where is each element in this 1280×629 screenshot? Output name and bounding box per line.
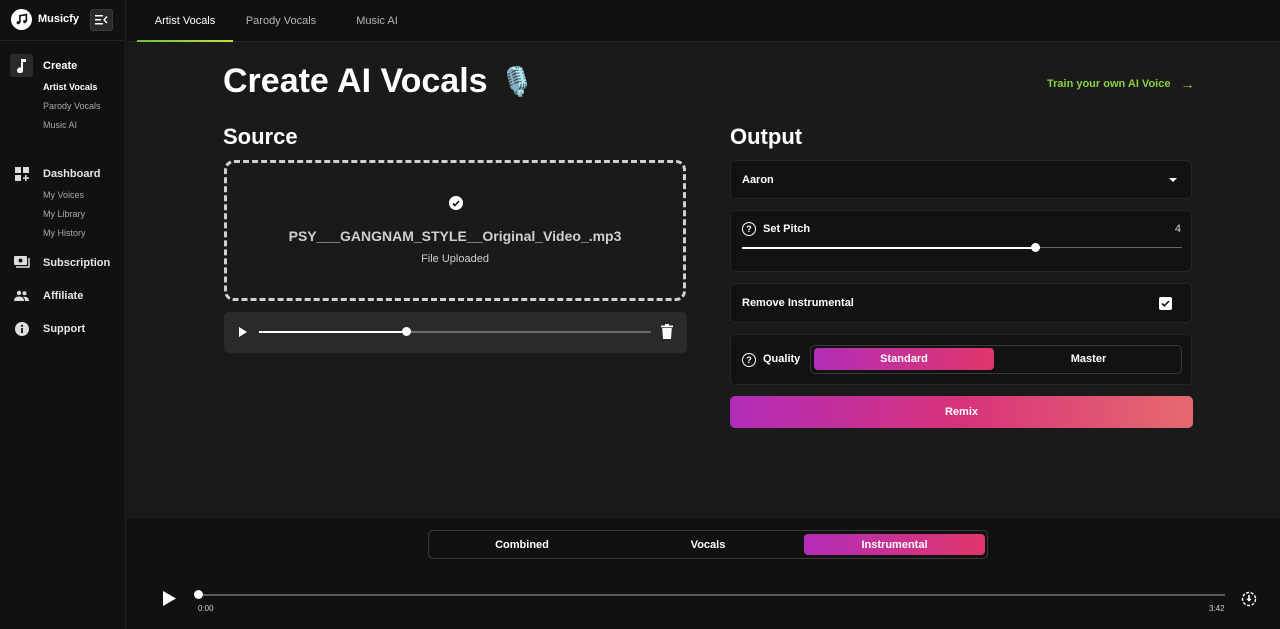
- sidebar-item-my-library[interactable]: My Library: [43, 205, 126, 224]
- sidebar-item-label: Affiliate: [43, 290, 84, 302]
- people-icon: [10, 284, 33, 307]
- app-root: Musicfy Create Artist Vocals Parody Voca…: [0, 0, 1280, 629]
- pitch-slider-thumb[interactable]: [1031, 243, 1041, 252]
- sidebar-item-subscription[interactable]: Subscription: [0, 251, 126, 275]
- bottom-player: Combined Vocals Instrumental 0:00 3:42: [127, 519, 1280, 629]
- remove-instrumental-row: Remove Instrumental: [730, 283, 1192, 323]
- sidebar-item-support[interactable]: Support: [0, 317, 126, 341]
- sidebar-item-label: Support: [43, 323, 86, 335]
- playback-seek-thumb[interactable]: [194, 590, 203, 599]
- quality-label: Quality: [763, 353, 801, 365]
- top-tabs: Artist Vocals Parody Vocals Music AI: [127, 0, 1280, 42]
- sidebar-item-affiliate[interactable]: Affiliate: [0, 284, 126, 308]
- subscription-icon: [10, 251, 33, 274]
- checkmark-icon: [1161, 300, 1170, 307]
- source-heading: Source: [223, 124, 298, 149]
- brand-name[interactable]: Musicfy: [38, 13, 79, 25]
- tab-music-ai[interactable]: Music AI: [329, 0, 425, 42]
- collapse-sidebar-button[interactable]: [90, 9, 113, 31]
- selected-voice: Aaron: [742, 174, 774, 186]
- play-icon[interactable]: [236, 325, 250, 339]
- nav-section-support: Support: [0, 317, 126, 341]
- tab-parody-vocals[interactable]: Parody Vocals: [233, 0, 329, 42]
- sidebar-item-label: Dashboard: [43, 168, 101, 180]
- trash-icon[interactable]: [661, 324, 675, 340]
- menu-collapse-icon: [95, 15, 108, 25]
- sidebar-item-artist-vocals[interactable]: Artist Vocals: [43, 78, 126, 97]
- source-seek-fill: [259, 331, 406, 333]
- stem-combined-button[interactable]: Combined: [432, 534, 612, 555]
- remix-button[interactable]: Remix: [730, 396, 1193, 428]
- page-title: Create AI Vocals 🎙️: [223, 62, 534, 101]
- quality-toggle: Standard Master: [810, 345, 1182, 374]
- current-time: 0:00: [198, 604, 214, 613]
- pitch-value: 4: [1174, 223, 1181, 235]
- nav-section-affiliate: Affiliate: [0, 284, 126, 308]
- pitch-slider-fill: [742, 246, 1036, 249]
- pitch-label: Set Pitch: [763, 223, 811, 235]
- source-seek-thumb[interactable]: [402, 327, 411, 336]
- download-icon[interactable]: [1241, 591, 1257, 607]
- source-preview-player: [224, 312, 687, 353]
- play-icon[interactable]: [163, 591, 179, 609]
- check-circle-icon: [449, 196, 463, 210]
- output-heading: Output: [730, 124, 803, 149]
- sidebar-item-dashboard[interactable]: Dashboard: [0, 162, 126, 186]
- stem-instrumental-button[interactable]: Instrumental: [804, 534, 985, 555]
- brand-header: Musicfy: [0, 0, 126, 41]
- info-icon: [10, 317, 33, 340]
- quality-standard-button[interactable]: Standard: [814, 348, 994, 370]
- musicfy-logo-icon[interactable]: [11, 9, 32, 30]
- stem-vocals-button[interactable]: Vocals: [618, 534, 798, 555]
- sidebar-item-my-history[interactable]: My History: [43, 224, 126, 243]
- quality-card: ? Quality Standard Master: [730, 334, 1192, 385]
- remove-instrumental-label: Remove Instrumental: [742, 297, 854, 309]
- pitch-slider[interactable]: [742, 243, 1182, 252]
- tab-artist-vocals[interactable]: Artist Vocals: [137, 0, 233, 42]
- nav-section-subscription: Subscription: [0, 251, 126, 275]
- remove-instrumental-checkbox[interactable]: [1159, 297, 1172, 310]
- nav-section-create: Create Artist Vocals Parody Vocals Music…: [0, 54, 126, 135]
- help-icon[interactable]: ?: [742, 222, 756, 236]
- music-note-icon: [10, 54, 33, 77]
- quality-master-button[interactable]: Master: [997, 348, 1180, 370]
- train-voice-link[interactable]: Train your own AI Voice →: [1047, 76, 1194, 92]
- train-voice-link-label: Train your own AI Voice: [1047, 78, 1171, 90]
- playback-seek-slider[interactable]: [194, 590, 1225, 599]
- sidebar-item-my-voices[interactable]: My Voices: [43, 186, 126, 205]
- sidebar: Musicfy Create Artist Vocals Parody Voca…: [0, 0, 126, 629]
- sidebar-item-music-ai[interactable]: Music AI: [43, 116, 126, 135]
- sidebar-item-parody-vocals[interactable]: Parody Vocals: [43, 97, 126, 116]
- pitch-card: ? Set Pitch 4: [730, 210, 1192, 272]
- file-dropzone[interactable]: PSY___GANGNAM_STYLE__Original_Video_.mp3…: [224, 160, 686, 301]
- voice-select[interactable]: Aaron: [730, 160, 1192, 199]
- sidebar-item-create[interactable]: Create: [0, 54, 126, 78]
- upload-status: File Uploaded: [421, 253, 489, 265]
- duration: 3:42: [1209, 604, 1225, 613]
- sidebar-item-label: Subscription: [43, 257, 111, 269]
- stem-toggle: Combined Vocals Instrumental: [428, 530, 988, 559]
- dashboard-add-icon: [10, 162, 33, 185]
- main-content: Create AI Vocals 🎙️ Train your own AI Vo…: [127, 42, 1280, 519]
- uploaded-file-name: PSY___GANGNAM_STYLE__Original_Video_.mp3: [288, 228, 622, 244]
- help-icon[interactable]: ?: [742, 353, 756, 367]
- nav-section-dashboard: Dashboard My Voices My Library My Histor…: [0, 162, 126, 243]
- microphone-icon: 🎙️: [499, 66, 535, 97]
- arrow-right-icon: →: [1180, 76, 1195, 92]
- page-title-text: Create AI Vocals: [223, 62, 488, 100]
- chevron-down-icon: [1169, 178, 1177, 182]
- sidebar-item-label: Create: [43, 60, 78, 72]
- source-seek-slider[interactable]: [259, 327, 651, 336]
